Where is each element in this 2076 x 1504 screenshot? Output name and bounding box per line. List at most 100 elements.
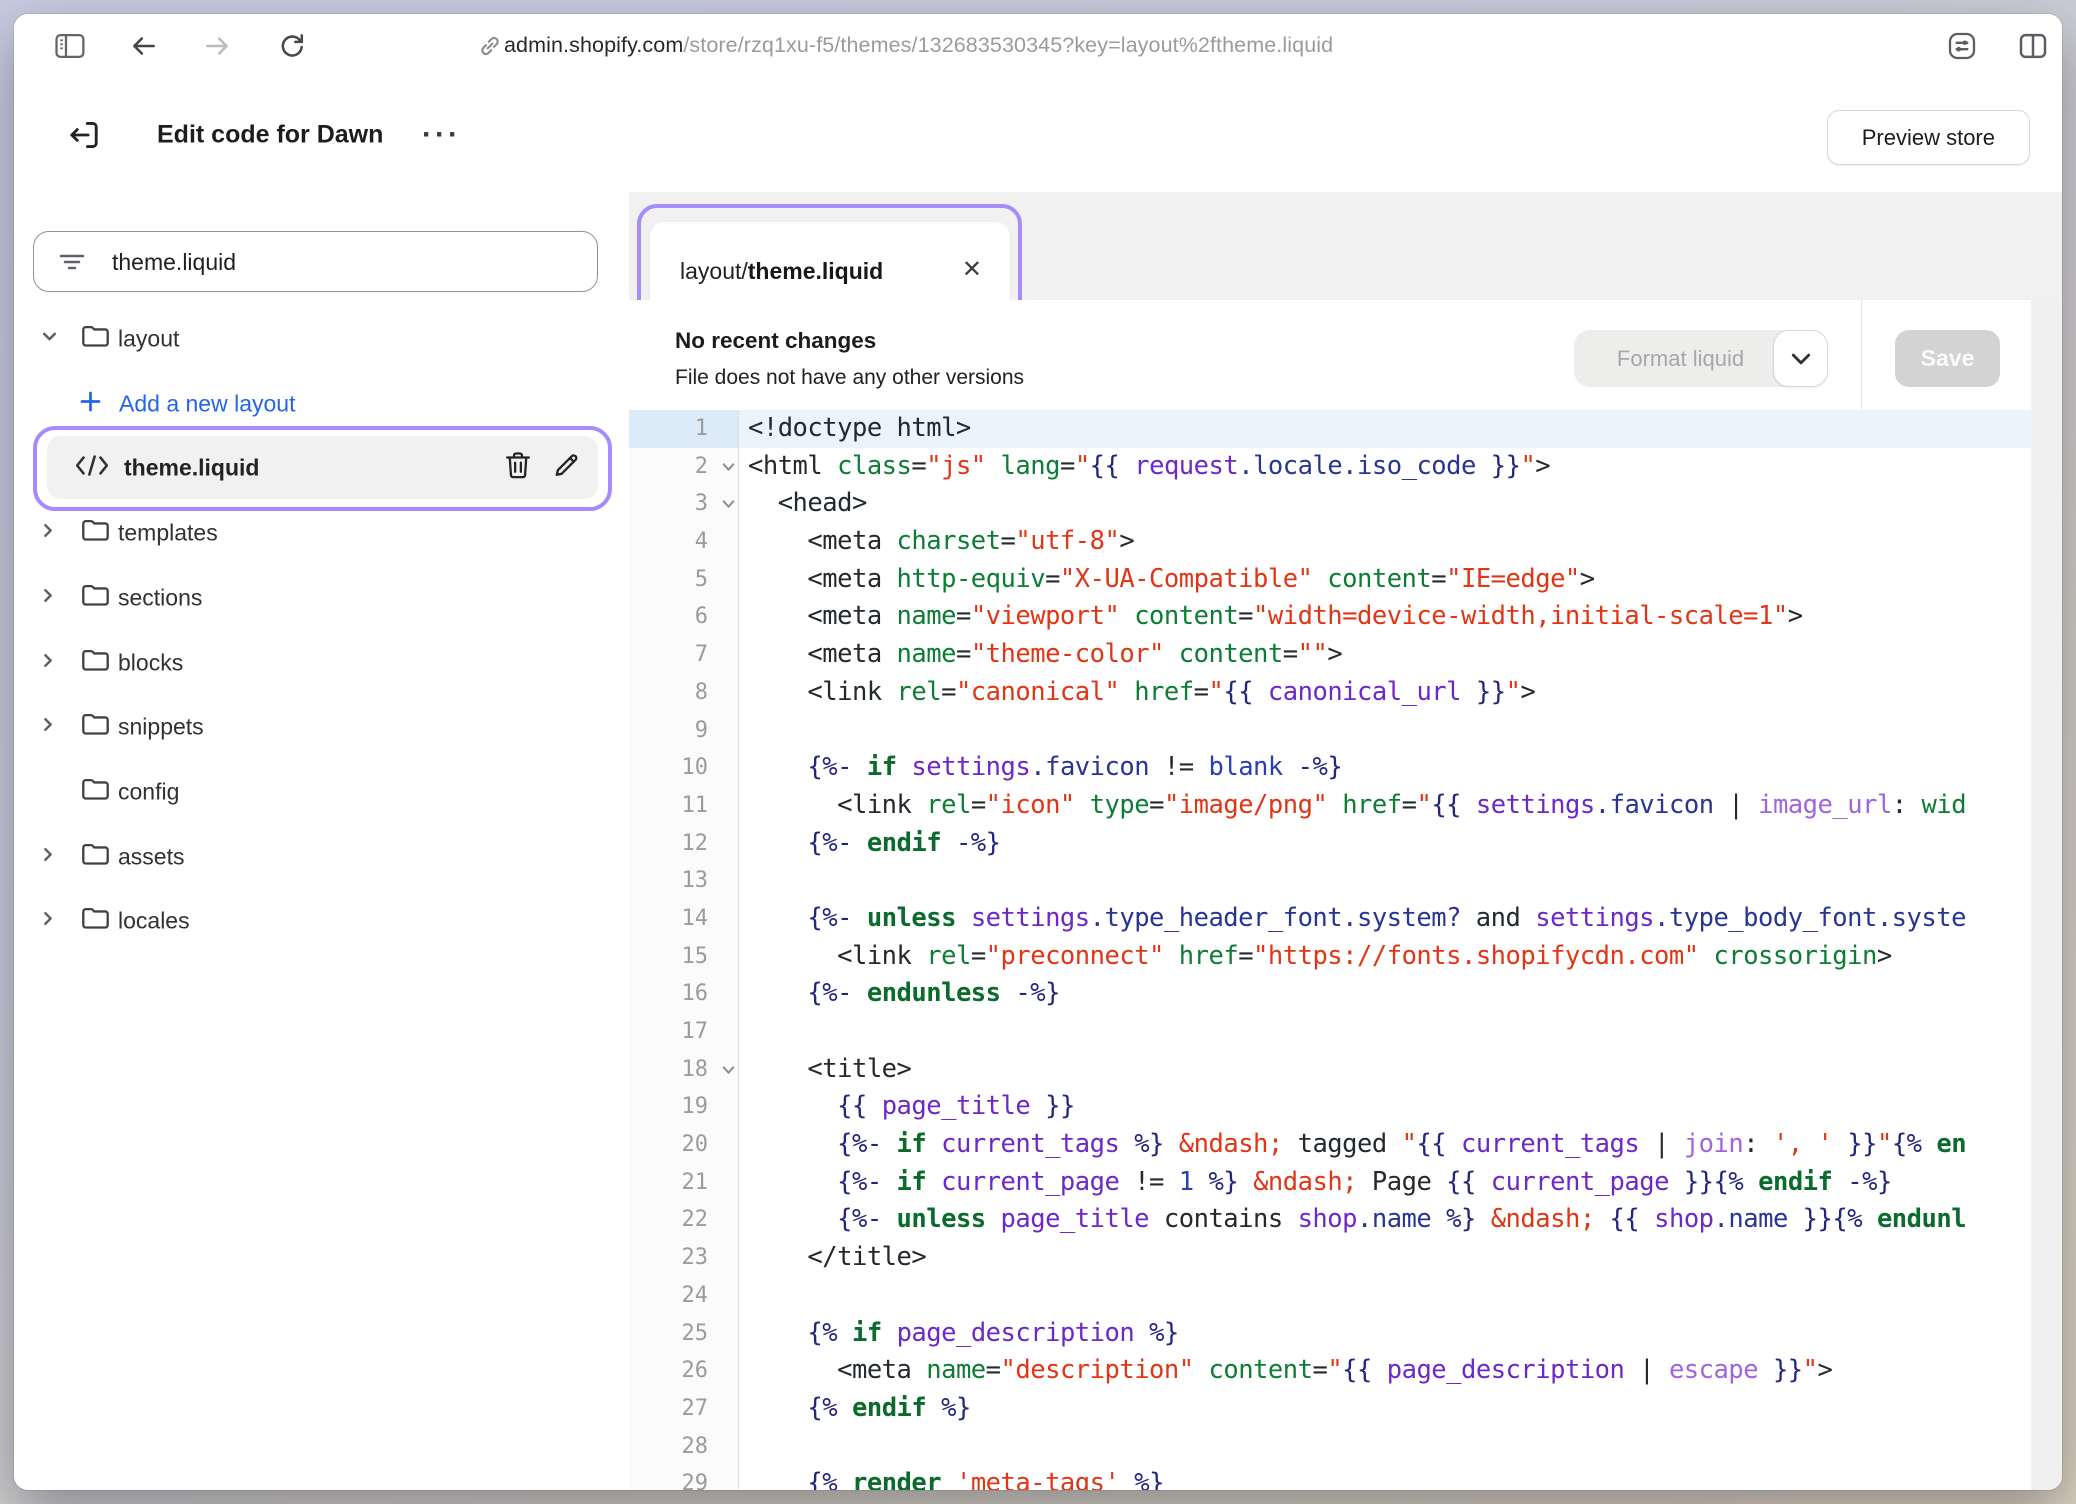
sidebar-folder-sections[interactable]: sections xyxy=(14,565,629,630)
code-line[interactable]: 10 {%- if settings.favicon != blank -%} xyxy=(629,749,2031,787)
code-line[interactable]: 22 {%- unless page_title contains shop.n… xyxy=(629,1201,2031,1239)
code-line-text: <head> xyxy=(739,485,2031,523)
delete-file-button xyxy=(503,449,533,486)
format-liquid-button[interactable]: Format liquid xyxy=(1574,330,1787,387)
address-bar[interactable]: admin.shopify.com/store/rzq1xu-f5/themes… xyxy=(504,14,1333,77)
chevron-right-icon[interactable] xyxy=(41,716,55,733)
overflow-menu-icon[interactable]: ··· xyxy=(422,118,461,152)
folder-label: assets xyxy=(118,843,184,870)
split-view-icon[interactable] xyxy=(2017,31,2049,61)
sidebar-folder-config[interactable]: config xyxy=(14,759,629,824)
code-fold-icon[interactable] xyxy=(721,461,736,473)
line-number: 23 xyxy=(629,1239,739,1277)
code-line-text: </title> xyxy=(739,1239,2031,1277)
desktop-background: admin.shopify.com/store/rzq1xu-f5/themes… xyxy=(0,0,2076,1504)
code-line[interactable]: 13 xyxy=(629,862,2031,900)
line-number: 13 xyxy=(629,862,739,900)
line-number: 19 xyxy=(629,1088,739,1126)
forward-icon xyxy=(202,33,232,59)
url-path: /store/rzq1xu-f5/themes/132683530345?key… xyxy=(683,33,1333,58)
editor-scrollbar-track[interactable] xyxy=(2031,300,2062,1490)
sidebar-folder-blocks[interactable]: blocks xyxy=(14,630,629,695)
sidebar-file-theme.liquid[interactable]: theme.liquid xyxy=(14,435,629,500)
code-line-text xyxy=(739,862,2031,900)
code-line[interactable]: 1<!doctype html> xyxy=(629,410,2031,448)
preview-store-button[interactable]: Preview store xyxy=(1827,110,2030,165)
code-line[interactable]: 5 <meta http-equiv="X-UA-Compatible" con… xyxy=(629,561,2031,599)
code-line[interactable]: 17 xyxy=(629,1013,2031,1051)
code-editor[interactable]: 1<!doctype html>2<html class="js" lang="… xyxy=(629,410,2031,1490)
status-title: No recent changes xyxy=(675,328,876,354)
line-number: 16 xyxy=(629,975,739,1013)
content-area: layoutAdd a new layouttheme.liquidtempla… xyxy=(14,192,2062,1490)
code-line[interactable]: 2<html class="js" lang="{{ request.local… xyxy=(629,448,2031,486)
code-line[interactable]: 16 {%- endunless -%} xyxy=(629,975,2031,1013)
code-line[interactable]: 8 <link rel="canonical" href="{{ canonic… xyxy=(629,674,2031,712)
line-number: 7 xyxy=(629,636,739,674)
code-line[interactable]: 9 xyxy=(629,712,2031,750)
link-icon xyxy=(476,32,504,60)
code-line[interactable]: 23 </title> xyxy=(629,1239,2031,1277)
tab-close-icon[interactable]: ✕ xyxy=(962,255,982,283)
code-line-text: {%- if current_page != 1 %} &ndash; Page… xyxy=(739,1164,2031,1202)
chevron-down-icon xyxy=(1790,351,1812,367)
sidebar-folder-snippets[interactable]: snippets xyxy=(14,694,629,759)
reload-icon[interactable] xyxy=(277,31,307,61)
chevron-down-icon[interactable] xyxy=(41,329,58,343)
code-line[interactable]: 28 xyxy=(629,1428,2031,1466)
folder-label: sections xyxy=(118,584,202,611)
line-number: 18 xyxy=(629,1051,739,1089)
sidebar-folder-templates[interactable]: templates xyxy=(14,500,629,565)
code-line[interactable]: 14 {%- unless settings.type_header_font.… xyxy=(629,900,2031,938)
code-line[interactable]: 7 <meta name="theme-color" content=""> xyxy=(629,636,2031,674)
sidebar-folder-assets[interactable]: assets xyxy=(14,824,629,889)
code-line[interactable]: 19 {{ page_title }} xyxy=(629,1088,2031,1126)
pencil-icon[interactable] xyxy=(551,450,581,480)
file-filter[interactable] xyxy=(33,231,598,292)
chevron-right-icon[interactable] xyxy=(41,522,55,539)
line-number: 25 xyxy=(629,1315,739,1353)
code-line[interactable]: 4 <meta charset="utf-8"> xyxy=(629,523,2031,561)
code-line[interactable]: 3 <head> xyxy=(629,485,2031,523)
chevron-right-icon[interactable] xyxy=(41,652,55,669)
line-number: 2 xyxy=(629,448,739,486)
code-fold-icon[interactable] xyxy=(721,498,736,510)
sidebar-folder-layout[interactable]: layout xyxy=(14,306,629,371)
code-line-text: {{ page_title }} xyxy=(739,1088,2031,1126)
code-line[interactable]: 25 {% if page_description %} xyxy=(629,1315,2031,1353)
save-button[interactable]: Save xyxy=(1895,330,2000,387)
chevron-right-icon[interactable] xyxy=(41,910,55,927)
chevron-right-icon[interactable] xyxy=(41,587,55,604)
trash-icon[interactable] xyxy=(503,449,533,481)
folder-icon xyxy=(80,905,111,932)
code-line[interactable]: 6 <meta name="viewport" content="width=d… xyxy=(629,598,2031,636)
code-line[interactable]: 12 {%- endif -%} xyxy=(629,825,2031,863)
code-line[interactable]: 24 xyxy=(629,1277,2031,1315)
code-line[interactable]: 18 <title> xyxy=(629,1051,2031,1089)
line-number: 28 xyxy=(629,1428,739,1466)
code-line[interactable]: 21 {%- if current_page != 1 %} &ndash; P… xyxy=(629,1164,2031,1202)
page-settings-icon[interactable] xyxy=(1946,30,1978,62)
format-liquid-dropdown[interactable] xyxy=(1773,330,1828,387)
line-number: 1 xyxy=(629,410,739,448)
code-fold-icon[interactable] xyxy=(721,1064,736,1076)
folder-icon xyxy=(80,647,111,674)
code-line[interactable]: 15 <link rel="preconnect" href="https://… xyxy=(629,938,2031,976)
browser-sidebar-toggle-icon[interactable] xyxy=(54,32,86,60)
file-sidebar: layoutAdd a new layouttheme.liquidtempla… xyxy=(14,192,630,1490)
line-number: 24 xyxy=(629,1277,739,1315)
exit-editor-icon[interactable] xyxy=(65,116,103,154)
line-number: 22 xyxy=(629,1201,739,1239)
code-line[interactable]: 20 {%- if current_tags %} &ndash; tagged… xyxy=(629,1126,2031,1164)
back-icon[interactable] xyxy=(129,33,159,59)
filter-input[interactable] xyxy=(110,232,574,293)
code-line[interactable]: 29 {% render 'meta-tags' %} xyxy=(629,1465,2031,1490)
line-number: 14 xyxy=(629,900,739,938)
chevron-right-icon[interactable] xyxy=(41,846,55,863)
code-line[interactable]: 27 {% endif %} xyxy=(629,1390,2031,1428)
code-line-text: {% endif %} xyxy=(739,1390,2031,1428)
sidebar-folder-locales[interactable]: locales xyxy=(14,888,629,953)
code-line[interactable]: 26 <meta name="description" content="{{ … xyxy=(629,1352,2031,1390)
code-line[interactable]: 11 <link rel="icon" type="image/png" hre… xyxy=(629,787,2031,825)
folder-label: locales xyxy=(118,907,190,934)
